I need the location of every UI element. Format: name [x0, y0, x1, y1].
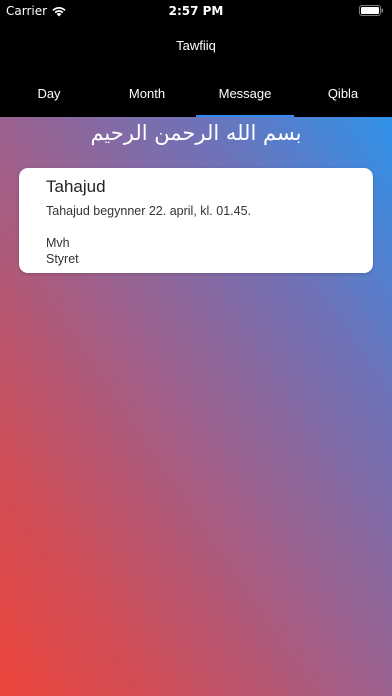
app-title: Tawfiiq — [176, 38, 216, 53]
message-signature: Styret — [46, 252, 79, 266]
message-title: Tahajud — [46, 177, 106, 196]
message-card[interactable]: Tahajud Tahajud begynner 22. april, kl. … — [19, 168, 373, 273]
battery-icon — [359, 5, 384, 16]
tab-qibla[interactable]: Qibla — [294, 70, 392, 117]
tab-day[interactable]: Day — [0, 70, 98, 117]
message-body: Tahajud begynner 22. april, kl. 01.45. M… — [46, 203, 251, 267]
tab-message[interactable]: Message — [196, 70, 294, 117]
message-sign-off: Mvh — [46, 236, 70, 250]
status-bar: Carrier 2:57 PM — [0, 0, 392, 22]
message-text: Tahajud begynner 22. april, kl. 01.45. — [46, 204, 251, 218]
tab-month[interactable]: Month — [98, 70, 196, 117]
message-content-area: بسم الله الرحمن الرحيم Tahajud Tahajud b… — [0, 117, 392, 696]
tab-bar: Day Month Message Qibla — [0, 70, 392, 117]
navigation-bar: Tawfiiq — [0, 22, 392, 70]
status-time: 2:57 PM — [168, 4, 224, 18]
basmala-heading: بسم الله الرحمن الرحيم — [90, 121, 302, 145]
